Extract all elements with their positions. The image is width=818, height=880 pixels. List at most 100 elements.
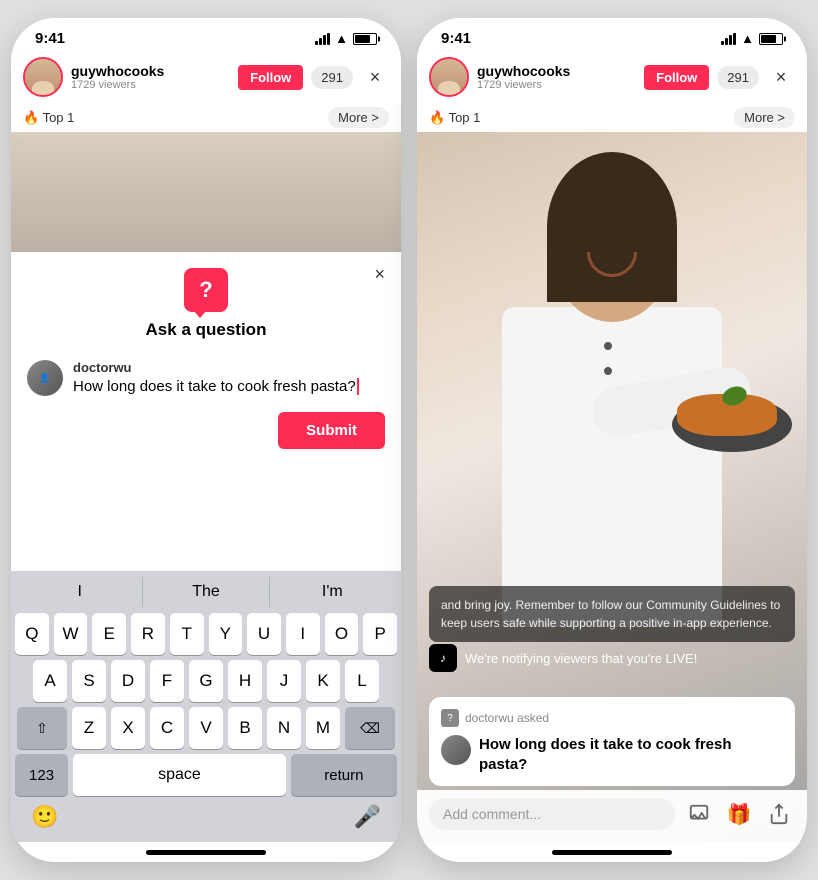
question-icon-wrapper: ? — [27, 268, 385, 312]
avatar-1 — [23, 57, 63, 97]
keyboard-row-1: Q W E R T Y U I O P — [15, 613, 397, 655]
key-q[interactable]: Q — [15, 613, 49, 655]
follow-button-2[interactable]: Follow — [644, 65, 709, 90]
emoji-key[interactable]: 🙂 — [31, 804, 58, 830]
keyboard[interactable]: I The I'm Q W E R T Y U I O P A S D F — [11, 571, 401, 842]
phone1-content: × ? Ask a question 👤 doctorwu How long d… — [11, 132, 401, 571]
status-bar-2: 9:41 ▲ — [417, 18, 807, 51]
key-m[interactable]: M — [306, 707, 340, 749]
key-o[interactable]: O — [325, 613, 359, 655]
battery-icon — [353, 33, 377, 45]
top-badge-2: 🔥 Top 1 — [429, 110, 480, 126]
question-user-row: 👤 doctorwu How long does it take to cook… — [27, 360, 385, 396]
follow-button-1[interactable]: Follow — [238, 65, 303, 90]
question-card-asked: doctorwu asked — [465, 711, 549, 725]
key-g[interactable]: G — [189, 660, 223, 702]
share-action-btn[interactable] — [763, 798, 795, 830]
text-cursor — [357, 378, 359, 395]
guidelines-text: and bring joy. Remember to follow our Co… — [441, 598, 780, 630]
key-n[interactable]: N — [267, 707, 301, 749]
questioner-username: doctorwu — [73, 360, 385, 375]
signal-icon-2 — [721, 33, 736, 45]
space-key[interactable]: space — [73, 754, 286, 796]
key-z[interactable]: Z — [72, 707, 106, 749]
question-card-header: ? doctorwu asked — [441, 709, 783, 727]
live-header-2: guywhocooks 1729 viewers Follow 291 × — [417, 51, 807, 103]
question-card-body: How long does it take to cook fresh past… — [441, 735, 783, 774]
delete-key[interactable]: ⌫ — [345, 707, 395, 749]
questioner-avatar: 👤 — [27, 360, 63, 396]
key-e[interactable]: E — [92, 613, 126, 655]
shift-key[interactable]: ⇧ — [17, 707, 67, 749]
home-indicator-2 — [417, 842, 807, 862]
key-s[interactable]: S — [72, 660, 106, 702]
close-button-1[interactable]: × — [361, 63, 389, 91]
phone2-content: and bring joy. Remember to follow our Co… — [417, 132, 807, 842]
suggestion-im[interactable]: I'm — [270, 577, 395, 607]
key-x[interactable]: X — [111, 707, 145, 749]
key-v[interactable]: V — [189, 707, 223, 749]
user-info-1: guywhocooks 1729 viewers — [71, 63, 230, 91]
question-card: ? doctorwu asked How long does it take t… — [429, 697, 795, 786]
suggestion-the[interactable]: The — [143, 577, 269, 607]
key-i[interactable]: I — [286, 613, 320, 655]
question-card-text: How long does it take to cook fresh past… — [479, 735, 783, 774]
mic-key[interactable]: 🎤 — [354, 804, 381, 830]
key-j[interactable]: J — [267, 660, 301, 702]
question-card-avatar — [441, 735, 471, 765]
key-f[interactable]: F — [150, 660, 184, 702]
numbers-key[interactable]: 123 — [15, 754, 68, 796]
more-button-1[interactable]: More > — [328, 107, 389, 128]
question-action-btn[interactable] — [683, 798, 715, 830]
key-d[interactable]: D — [111, 660, 145, 702]
avatar-2 — [429, 57, 469, 97]
keyboard-row-3: ⇧ Z X C V B N M ⌫ — [15, 707, 397, 749]
question-card-icon: ? — [441, 709, 459, 727]
keyboard-suggestions: I The I'm — [15, 577, 397, 607]
status-bar-1: 9:41 ▲ — [11, 18, 401, 51]
submit-row: Submit — [27, 412, 385, 449]
key-b[interactable]: B — [228, 707, 262, 749]
suggestion-i[interactable]: I — [17, 577, 143, 607]
status-time-1: 9:41 — [35, 30, 65, 47]
key-t[interactable]: T — [170, 613, 204, 655]
return-key[interactable]: return — [291, 754, 397, 796]
keyboard-row-2: A S D F G H J K L — [15, 660, 397, 702]
live-notification: ♪ We're notifying viewers that you're LI… — [429, 644, 795, 672]
phone-2: 9:41 ▲ guywho — [417, 18, 807, 862]
key-p[interactable]: P — [363, 613, 397, 655]
username-1: guywhocooks — [71, 63, 230, 79]
home-bar-1 — [146, 850, 266, 855]
submit-button[interactable]: Submit — [278, 412, 385, 449]
status-icons-2: ▲ — [721, 31, 783, 46]
question-panel-close[interactable]: × — [374, 264, 385, 285]
keyboard-bottom-row: 123 space return — [15, 754, 397, 796]
phone-1: 9:41 ▲ guywho — [11, 18, 401, 862]
wifi-icon-2: ▲ — [741, 31, 754, 46]
key-l[interactable]: L — [345, 660, 379, 702]
key-a[interactable]: A — [33, 660, 67, 702]
key-k[interactable]: K — [306, 660, 340, 702]
key-r[interactable]: R — [131, 613, 165, 655]
gift-action-btn[interactable]: 🎁 — [723, 798, 755, 830]
more-button-2[interactable]: More > — [734, 107, 795, 128]
key-c[interactable]: C — [150, 707, 184, 749]
user-info-2: guywhocooks 1729 viewers — [477, 63, 636, 91]
live-video-blurred — [11, 132, 401, 252]
viewer-count-2: 291 — [717, 66, 759, 89]
top-bar-1: 🔥 Top 1 More > — [11, 103, 401, 132]
live-notification-text: We're notifying viewers that you're LIVE… — [465, 651, 697, 666]
key-w[interactable]: W — [54, 613, 88, 655]
comment-input[interactable]: Add comment... — [429, 798, 675, 830]
signal-icon — [315, 33, 330, 45]
wifi-icon: ▲ — [335, 31, 348, 46]
top-bar-2: 🔥 Top 1 More > — [417, 103, 807, 132]
question-mark-icon: ? — [199, 277, 212, 303]
close-button-2[interactable]: × — [767, 63, 795, 91]
key-h[interactable]: H — [228, 660, 262, 702]
key-y[interactable]: Y — [209, 613, 243, 655]
key-u[interactable]: U — [247, 613, 281, 655]
keyboard-emoji-row: 🙂 🎤 — [15, 800, 397, 838]
question-panel: × ? Ask a question 👤 doctorwu How long d… — [11, 252, 401, 571]
status-icons-1: ▲ — [315, 31, 377, 46]
